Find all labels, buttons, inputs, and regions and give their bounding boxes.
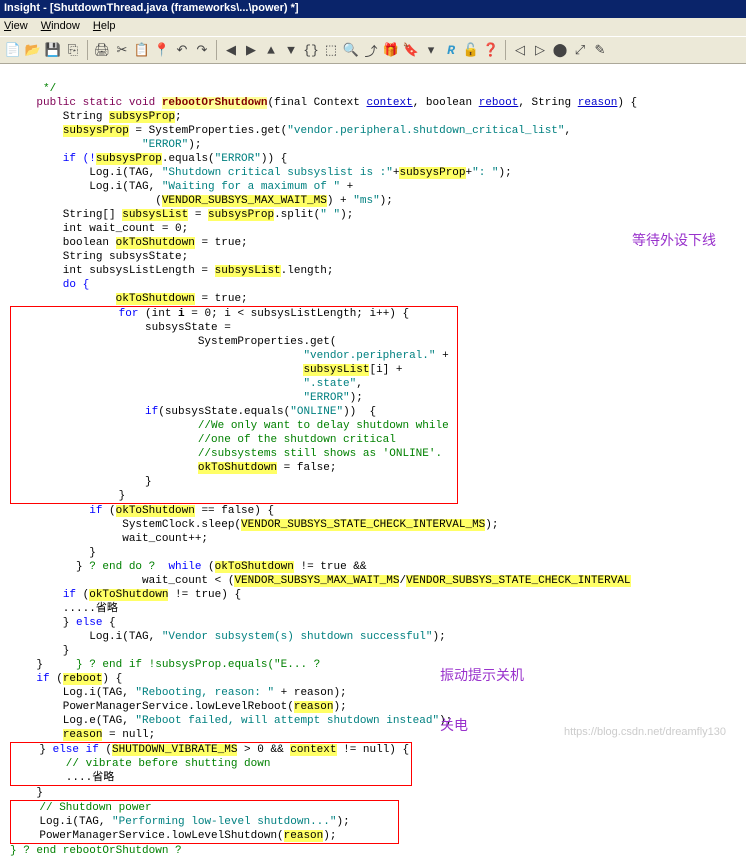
copy-icon[interactable]: 📋 — [133, 41, 151, 59]
new-icon[interactable]: 📄 — [4, 41, 22, 59]
menubar: VViewiew Window Help — [0, 18, 746, 36]
cursor-icon[interactable]: ⬤ — [551, 41, 569, 59]
watermark: https://blog.csdn.net/dreamfly130 — [564, 726, 726, 738]
code-editor[interactable]: */ public static void rebootOrShutdown(f… — [0, 64, 746, 862]
paste-icon[interactable]: 📍 — [153, 41, 171, 59]
relation-icon[interactable]: R — [442, 41, 460, 59]
braces-icon[interactable]: {} — [302, 41, 320, 59]
print-icon[interactable]: 🖨 — [93, 41, 111, 59]
code-block-shutdown: // Shutdown power Log.i(TAG, "Performing… — [10, 800, 399, 844]
undo-icon[interactable]: ↶ — [173, 41, 191, 59]
search-icon[interactable]: 🔍 — [342, 41, 360, 59]
open-icon[interactable]: 📂 — [24, 41, 42, 59]
save-icon[interactable]: 💾 — [44, 41, 62, 59]
method-name: rebootOrShutdown — [162, 97, 268, 109]
bookmark-icon[interactable]: 🔖 — [402, 41, 420, 59]
help-icon[interactable]: ❓ — [482, 41, 500, 59]
comment: */ — [43, 83, 56, 95]
menu-help[interactable]: Help — [93, 20, 116, 32]
fwd-icon[interactable]: ▶ — [242, 41, 260, 59]
annotation-wait: 等待外设下线 — [632, 230, 716, 250]
code-block-loop: for (int i = 0; i < subsysListLength; i+… — [10, 306, 458, 504]
annotation-shutdown: 关电 — [440, 715, 468, 735]
menu-window[interactable]: Window — [41, 20, 80, 32]
gift-icon[interactable]: 🎁 — [382, 41, 400, 59]
next-icon[interactable]: ▷ — [531, 41, 549, 59]
down-icon[interactable]: ▼ — [282, 41, 300, 59]
titlebar: Insight - [ShutdownThread.java (framewor… — [0, 0, 746, 18]
redo-icon[interactable]: ↷ — [193, 41, 211, 59]
saveall-icon[interactable]: ⎘ — [64, 41, 82, 59]
drop-icon[interactable]: ▾ — [422, 41, 440, 59]
code-block-vibrate: } else if (SHUTDOWN_VIBRATE_MS > 0 && co… — [10, 742, 412, 786]
back-icon[interactable]: ◀ — [222, 41, 240, 59]
menu-view[interactable]: VViewiew — [4, 20, 28, 32]
cut-icon[interactable]: ✂ — [113, 41, 131, 59]
lock-icon[interactable]: 🔓 — [462, 41, 480, 59]
toolbar: 📄 📂 💾 ⎘ 🖨 ✂ 📋 📍 ↶ ↷ ◀ ▶ ▲ ▼ {} ⬚ 🔍 ⤴ 🎁 🔖… — [0, 36, 746, 64]
block-icon[interactable]: ⬚ — [322, 41, 340, 59]
prev-icon[interactable]: ◁ — [511, 41, 529, 59]
annotation-vibrate: 振动提示关机 — [440, 665, 524, 685]
find-icon[interactable]: ⤴ — [362, 41, 380, 59]
expand-icon[interactable]: ⤢ — [571, 41, 589, 59]
up-icon[interactable]: ▲ — [262, 41, 280, 59]
edit-icon[interactable]: ✎ — [591, 41, 609, 59]
